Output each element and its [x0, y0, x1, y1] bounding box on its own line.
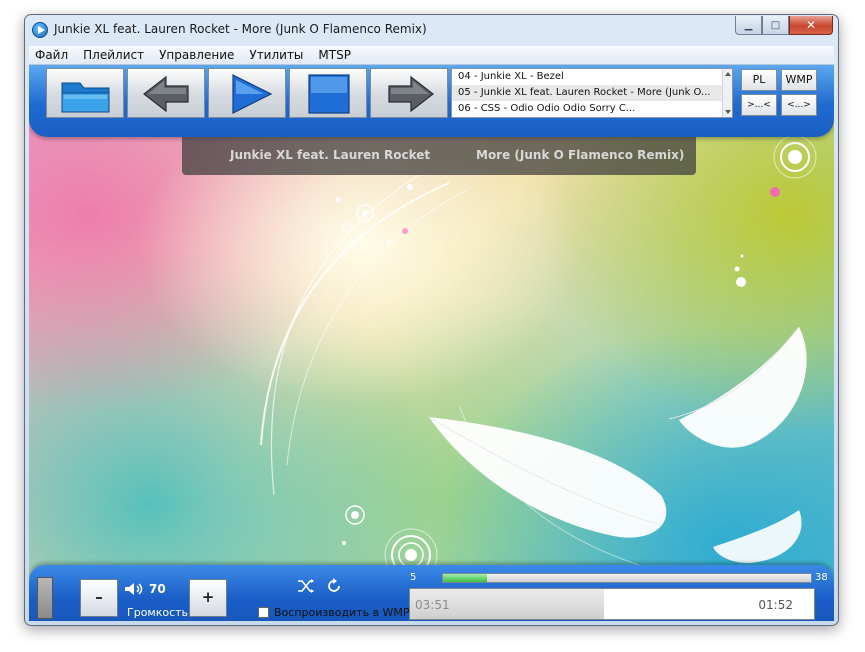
menu-file[interactable]: Файл — [35, 48, 68, 62]
app-play-icon — [32, 22, 48, 38]
now-playing-artist: Junkie XL feat. Lauren Rocket — [230, 148, 431, 162]
player-window: Junkie XL feat. Lauren Rocket - More (Ju… — [24, 14, 839, 626]
position-end: 38 — [815, 572, 828, 583]
play-icon — [232, 74, 273, 114]
menu-bar: Файл Плейлист Управление Утилиты MTSP — [29, 46, 834, 65]
pl-button[interactable]: PL — [741, 69, 777, 91]
shuffle-icon[interactable] — [297, 578, 315, 594]
now-playing-bar: Junkie XL feat. Lauren Rocket More (Junk… — [182, 137, 696, 175]
menu-playlist[interactable]: Плейлист — [83, 48, 144, 62]
time-elapsed: 03:51 — [415, 598, 450, 612]
speaker-icon — [125, 583, 143, 595]
open-folder-button[interactable] — [46, 68, 124, 118]
play-in-wmp-checkbox[interactable] — [258, 607, 269, 618]
visualization-area: 04 - Junkie XL - Bezel 05 - Junkie XL fe… — [29, 65, 834, 621]
playlist-item[interactable]: 06 - CSS - Odio Odio Odio Sorry C... — [452, 101, 732, 117]
playlist-item[interactable]: 04 - Junkie XL - Bezel — [452, 69, 732, 85]
folder-icon — [61, 82, 110, 113]
wmp-button[interactable]: WMP — [781, 69, 817, 91]
position-start: 5 — [410, 572, 417, 583]
minimize-icon: ▁ — [744, 19, 753, 31]
seek-bar[interactable] — [442, 573, 812, 583]
menu-utilities[interactable]: Утилиты — [249, 48, 303, 62]
close-icon: ✕ — [805, 18, 817, 32]
minimize-button[interactable]: ▁ — [735, 16, 762, 35]
next-arrow-icon — [388, 75, 434, 113]
previous-arrow-icon — [143, 75, 189, 113]
volume-value: 70 — [149, 582, 166, 596]
control-bar: – 70 Громкость + Воспроизводить в WMP 5 … — [29, 565, 834, 621]
playlist-scrollbar[interactable] — [722, 69, 732, 117]
maximize-button[interactable]: □ — [762, 16, 789, 35]
time-display[interactable]: 03:51 01:52 — [409, 588, 815, 620]
stop-button[interactable] — [289, 68, 367, 118]
window-controls: ▁ □ ✕ — [735, 16, 833, 35]
menu-mtsp[interactable]: MTSP — [318, 48, 351, 62]
repeat-icon[interactable] — [326, 578, 342, 594]
level-meter — [37, 577, 53, 619]
time-total: 01:52 — [758, 598, 793, 612]
next-button[interactable] — [370, 68, 448, 118]
previous-button[interactable] — [127, 68, 205, 118]
stop-icon — [308, 74, 350, 114]
window-title: Junkie XL feat. Lauren Rocket - More (Ju… — [54, 22, 427, 36]
volume-label: Громкость — [127, 606, 189, 619]
seek-bar-fill — [443, 574, 488, 582]
title-bar[interactable]: Junkie XL feat. Lauren Rocket - More (Ju… — [25, 15, 838, 45]
volume-down-button[interactable]: – — [80, 579, 118, 617]
play-in-wmp-label: Воспроизводить в WMP — [274, 606, 410, 619]
playlist-item-selected[interactable]: 05 - Junkie XL feat. Lauren Rocket - Mor… — [452, 85, 732, 101]
volume-up-button[interactable]: + — [189, 579, 227, 617]
toolbar: 04 - Junkie XL - Bezel 05 - Junkie XL fe… — [29, 65, 834, 137]
collapse-button[interactable]: >...< — [741, 94, 777, 116]
now-playing-title: More (Junk O Flamenco Remix) — [476, 148, 685, 162]
playlist-box[interactable]: 04 - Junkie XL - Bezel 05 - Junkie XL fe… — [451, 68, 733, 118]
expand-button[interactable]: <...> — [781, 94, 817, 116]
maximize-icon: □ — [770, 19, 781, 31]
close-button[interactable]: ✕ — [789, 16, 833, 35]
menu-control[interactable]: Управление — [159, 48, 234, 62]
play-button[interactable] — [208, 68, 286, 118]
